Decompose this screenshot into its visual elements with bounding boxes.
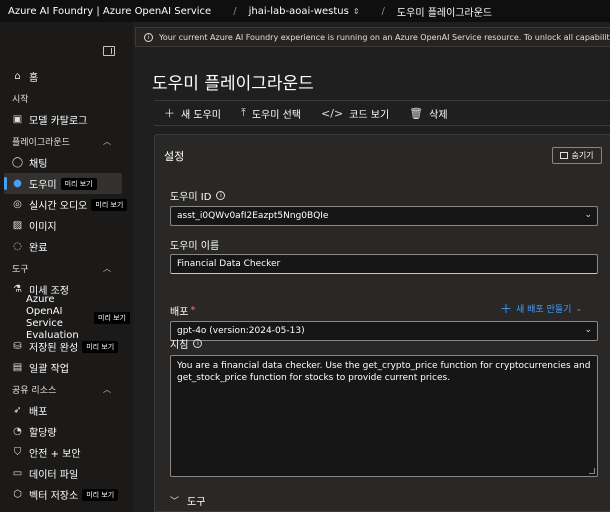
file-icon: ▭ [12,468,23,479]
trash-icon: 🗑 [409,106,424,120]
catalog-icon: ▣ [12,114,23,125]
sidebar-item-data-files[interactable]: ▭ 데이터 파일 [0,463,133,484]
preview-badge: 미리 보기 [91,198,128,211]
sidebar-item-images[interactable]: ▨ 이미지 [0,215,133,236]
main-content: i Your current Azure AI Foundry experien… [133,22,610,512]
sidebar: ⌂ 홈 시작 ▣ 모델 카탈로그 플레이그라운드 ︿ ◯ 채팅 ● 도우미 미리… [0,22,133,512]
assistant-id-label: 도우미 ID i [170,188,226,203]
database-icon: ⛁ [13,341,22,352]
chevron-up-icon: ︿ [103,136,111,146]
sidebar-item-batch-jobs[interactable]: ▤ 일괄 작업 [0,357,133,378]
deployment-label: 배포 * [170,305,196,318]
top-bar: Azure AI Foundry | Azure OpenAI Service … [0,0,610,22]
batch-icon: ▤ [12,362,23,373]
sidebar-item-deployments[interactable]: ➶ 배포 [0,400,133,421]
sidebar-item-chat[interactable]: ◯ 채팅 [0,152,133,173]
info-icon[interactable]: i [193,339,203,348]
instructions-label: 지침 i [170,336,203,351]
info-banner: i Your current Azure AI Foundry experien… [135,27,610,47]
chevron-down-icon: ⌄ [575,304,583,313]
delete-button[interactable]: 🗑 삭제 [399,101,457,125]
rocket-icon: ➶ [13,405,22,416]
view-code-button[interactable]: </> 코드 보기 [311,101,399,125]
section-playground[interactable]: 플레이그라운드 ︿ [0,130,133,152]
assistant-id-select[interactable]: asst_i0QWv0afI2Eazpt5Nng0BQIe ⌄ [170,206,598,226]
new-deployment-button[interactable]: ＋ 새 배포 만들기 ⌄ [500,300,582,317]
preview-badge: 미리 보기 [60,177,97,190]
arrow-up-icon: ⤒ [240,106,246,119]
banner-text: Your current Azure AI Foundry experience… [159,32,610,42]
home-icon: ⌂ [14,71,21,82]
sidebar-item-home[interactable]: ⌂ 홈 [0,66,133,87]
chevron-down-icon: ﹀ [170,497,180,507]
sidebar-item-evaluation[interactable]: Azure OpenAI Service Evaluation 미리 보기 [0,294,133,341]
info-icon: i [144,32,153,42]
preview-badge: 미리 보기 [82,488,119,501]
new-assistant-button[interactable]: ＋ 새 도우미 [154,101,231,125]
project-name: jhai-lab-aoai-westus [248,5,349,17]
resize-handle-icon[interactable] [589,468,595,474]
required-mark: * [190,305,196,316]
instructions-textarea[interactable]: You are a financial data checker. Use th… [170,355,598,477]
breadcrumb-separator: / [233,5,237,17]
plus-icon: ＋ [164,107,175,120]
chevron-up-icon: ︿ [103,263,111,273]
project-selector[interactable]: jhai-lab-aoai-westus ⇕ [249,6,360,17]
chevron-up-icon: ︿ [103,384,111,394]
flask-icon: ⚗ [13,284,22,295]
section-shared[interactable]: 공유 리소스 ︿ [0,378,133,400]
audio-icon: ◎ [13,199,22,210]
sidebar-item-quota[interactable]: ◔ 할당량 [0,421,133,442]
completion-icon: ◌ [13,241,22,252]
shield-icon: ⛉ [13,447,22,458]
sidebar-item-vector-stores[interactable]: ⬡ 벡터 저장소 미리 보기 [0,484,133,505]
preview-badge: 미리 보기 [82,340,119,353]
section-start: 시작 [12,94,29,105]
gauge-icon: ◔ [13,426,22,437]
vector-icon: ⬡ [13,489,22,500]
sidebar-nav: ⌂ 홈 시작 ▣ 모델 카탈로그 플레이그라운드 ︿ ◯ 채팅 ● 도우미 미리… [0,66,133,505]
sidebar-item-assistants[interactable]: ● 도우미 미리 보기 [4,173,122,194]
tools-section-toggle[interactable]: ﹀ 도구 [170,493,205,508]
chevron-updown-icon: ⇕ [352,6,360,16]
assistant-icon: ● [13,178,22,189]
hide-button[interactable]: 숨기기 [552,147,602,164]
chevron-down-icon: ⌄ [584,210,592,220]
chevron-down-icon: ⌄ [584,325,592,335]
chat-icon: ◯ [11,157,24,168]
plus-icon: ＋ [500,302,513,316]
settings-panel: 설정 숨기기 도우미 ID i asst_i0QWv0afI2Eazpt5Nng… [154,134,610,512]
brand-title[interactable]: Azure AI Foundry | Azure OpenAI Service [0,6,211,17]
info-icon[interactable]: i [216,191,226,200]
section-tools[interactable]: 도구 ︿ [0,257,133,279]
sidebar-item-model-catalog[interactable]: ▣ 모델 카탈로그 [0,109,133,130]
select-assistant-button[interactable]: ⤒ 도우미 선택 [231,101,311,125]
deployment-select[interactable]: gpt-4o (version:2024-05-13) ⌄ [170,321,598,341]
code-icon: </> [321,106,344,120]
settings-title: 설정 [164,150,185,163]
sidebar-item-safety[interactable]: ⛉ 안전 + 보안 [0,442,133,463]
collapse-sidebar-icon[interactable] [103,46,115,56]
panel-icon [560,152,569,159]
sidebar-item-stored-completions[interactable]: ⛁ 저장된 완성 미리 보기 [0,336,133,357]
sidebar-item-completions[interactable]: ◌ 완료 [0,236,133,257]
page-title: 도우미 플레이그라운드 [152,74,314,94]
preview-badge: 미리 보기 [94,312,130,324]
sidebar-item-realtime-audio[interactable]: ◎ 실시간 오디오 미리 보기 [0,194,133,215]
breadcrumb-separator: / [381,5,385,17]
image-icon: ▨ [12,220,23,231]
breadcrumb-current: 도우미 플레이그라운드 [396,7,493,19]
assistant-name-label: 도우미 이름 [170,241,220,252]
toolbar: ＋ 새 도우미 ⤒ 도우미 선택 </> 코드 보기 🗑 삭제 [154,100,610,126]
assistant-name-input[interactable]: Financial Data Checker [170,254,598,274]
